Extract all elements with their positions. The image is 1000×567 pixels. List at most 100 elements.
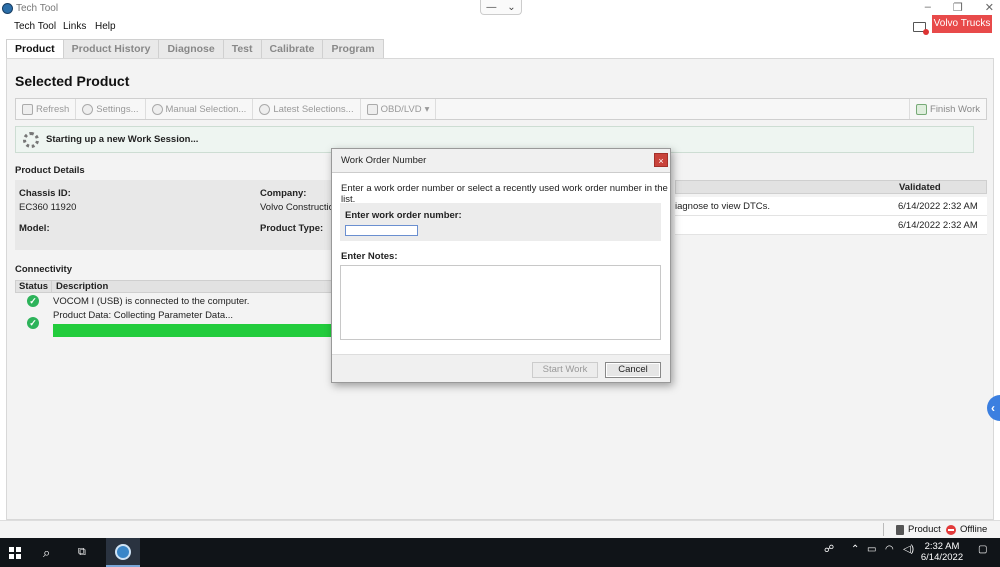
notifications-icon[interactable]: ▢	[978, 544, 987, 555]
connectivity-table: Status Description ✓ VOCOM I (USB) is co…	[15, 280, 340, 340]
table-row: ✓ VOCOM I (USB) is connected to the comp…	[15, 293, 340, 310]
menu-help[interactable]: Help	[95, 21, 116, 32]
product-status-label: Product	[908, 524, 941, 535]
product-details-panel: Chassis ID: EC360 11920 Company: Volvo C…	[15, 180, 340, 250]
volume-icon[interactable]: ◁)	[903, 544, 914, 555]
table-row: ✓ Product Data: Collecting Parameter Dat…	[15, 310, 340, 340]
product-details-heading: Product Details	[15, 165, 85, 176]
minus-icon[interactable]: —	[486, 2, 496, 13]
product-status[interactable]: Product	[896, 524, 941, 535]
dialog-body: Enter a work order number or select a re…	[332, 173, 670, 354]
techtool-app-icon	[2, 3, 13, 14]
finish-work-icon	[916, 103, 928, 115]
product-type-label: Product Type:	[260, 223, 324, 234]
window-controls: – ❐ ✕	[925, 1, 994, 14]
windows-taskbar: ⌕ ⧉ ☍ ⌃ ▭ ◠ ◁) 2:32 AM 6/14/2022 ▢	[0, 538, 1000, 567]
clock-icon	[259, 103, 271, 115]
dialog-instruction: Enter a work order number or select a re…	[341, 183, 668, 205]
task-view-icon[interactable]: ⧉	[78, 545, 86, 560]
tab-calibrate[interactable]: Calibrate	[261, 39, 324, 59]
plug-icon	[896, 524, 904, 535]
notes-textarea[interactable]	[340, 265, 661, 340]
validated-column-header: Validated	[899, 182, 941, 193]
connectivity-heading: Connectivity	[15, 264, 73, 275]
notification-icon[interactable]	[913, 22, 929, 35]
company-value: Volvo Construction	[260, 202, 340, 213]
tab-product-history[interactable]: Product History	[63, 39, 160, 59]
chevron-down-icon: ▾	[424, 103, 430, 115]
search-icon[interactable]: ⌕	[43, 545, 50, 560]
cancel-button[interactable]: Cancel	[605, 362, 661, 378]
connectivity-description: Product Data: Collecting Parameter Data.…	[53, 310, 234, 321]
main-tabs: Product Product History Diagnose Test Ca…	[6, 39, 384, 59]
chassis-id-value: EC360 11920	[19, 202, 77, 213]
refresh-button[interactable]: Refresh	[16, 99, 77, 119]
status-column-header: Status	[16, 281, 52, 292]
finish-work-button[interactable]: Finish Work	[909, 99, 986, 119]
start-work-button[interactable]: Start Work	[532, 362, 598, 378]
tab-diagnose[interactable]: Diagnose	[159, 39, 224, 59]
description-column-header: Description	[56, 281, 109, 292]
connectivity-description: VOCOM I (USB) is connected to the comput…	[53, 296, 250, 307]
chassis-id-label: Chassis ID:	[19, 188, 71, 199]
close-icon[interactable]: ×	[654, 153, 668, 167]
refresh-label: Refresh	[36, 103, 70, 115]
spinner-icon	[23, 132, 39, 148]
title-bar: Tech Tool — ⌄ – ❐ ✕	[0, 0, 1000, 18]
check-icon: ✓	[27, 295, 39, 307]
check-icon: ✓	[27, 317, 39, 329]
techtool-app-icon	[115, 544, 131, 560]
brand-badge[interactable]: Volvo Trucks	[932, 15, 992, 33]
obd-label: OBD/LVD	[380, 103, 422, 115]
restore-icon[interactable]: ❐	[953, 1, 963, 14]
dtc-date: 6/14/2022 2:32 AM	[898, 220, 978, 231]
clock-date: 6/14/2022	[920, 552, 964, 563]
taskbar-clock[interactable]: 2:32 AM 6/14/2022	[918, 541, 966, 563]
wifi-icon[interactable]: ◠	[885, 544, 894, 555]
tab-product[interactable]: Product	[6, 39, 64, 59]
menu-tech-tool[interactable]: Tech Tool	[14, 21, 56, 32]
gear-icon	[82, 103, 94, 115]
model-label: Model:	[19, 223, 50, 234]
close-window-icon[interactable]: ✕	[985, 1, 994, 14]
manual-selection-button[interactable]: Manual Selection...	[146, 99, 254, 119]
notes-label: Enter Notes:	[341, 251, 398, 262]
settings-button[interactable]: Settings...	[76, 99, 146, 119]
obd-lvd-dropdown[interactable]: OBD/LVD ▾	[361, 99, 437, 119]
toolbar: Refresh Settings... Manual Selection... …	[15, 98, 987, 120]
dtc-header: Validated	[675, 180, 987, 194]
chevron-down-icon[interactable]: ⌄	[507, 2, 515, 13]
battery-icon[interactable]: ▭	[867, 544, 876, 555]
latest-selections-label: Latest Selections...	[273, 103, 354, 115]
session-message: Starting up a new Work Session...	[46, 134, 199, 145]
dtc-panel: Validated iagnose to view DTCs. 6/14/202…	[675, 180, 987, 236]
table-row[interactable]: iagnose to view DTCs. 6/14/2022 2:32 AM	[675, 197, 987, 216]
dialog-title: Work Order Number	[341, 155, 427, 166]
menu-bar: Tech Tool Links Help	[0, 18, 1000, 36]
offline-status[interactable]: Offline	[946, 524, 987, 535]
refresh-icon	[22, 103, 33, 115]
page-title: Selected Product	[15, 73, 130, 89]
manual-selection-label: Manual Selection...	[165, 103, 247, 115]
window-layout-control[interactable]: — ⌄	[480, 0, 522, 15]
latest-selections-button[interactable]: Latest Selections...	[253, 99, 361, 119]
dialog-footer: Start Work Cancel	[332, 354, 670, 382]
offline-icon	[946, 524, 956, 535]
work-order-label: Enter work order number:	[345, 210, 462, 221]
table-row[interactable]: 6/14/2022 2:32 AM	[675, 216, 987, 235]
techtool-taskbar-button[interactable]	[106, 538, 140, 567]
statusbar-divider	[883, 523, 884, 536]
chevron-up-icon[interactable]: ⌃	[851, 544, 859, 555]
tab-program[interactable]: Program	[323, 39, 384, 59]
windows-start-icon[interactable]	[9, 547, 21, 559]
window-title: Tech Tool	[16, 3, 59, 14]
offline-status-label: Offline	[960, 524, 988, 535]
tab-test[interactable]: Test	[223, 39, 262, 59]
menu-links[interactable]: Links	[63, 21, 86, 32]
people-icon[interactable]: ☍	[824, 544, 834, 555]
minimize-icon[interactable]: –	[925, 1, 931, 14]
connectivity-header: Status Description	[15, 280, 340, 293]
work-order-dialog: Work Order Number × Enter a work order n…	[331, 148, 671, 383]
progress-bar	[53, 324, 338, 337]
work-order-input[interactable]	[345, 225, 418, 236]
